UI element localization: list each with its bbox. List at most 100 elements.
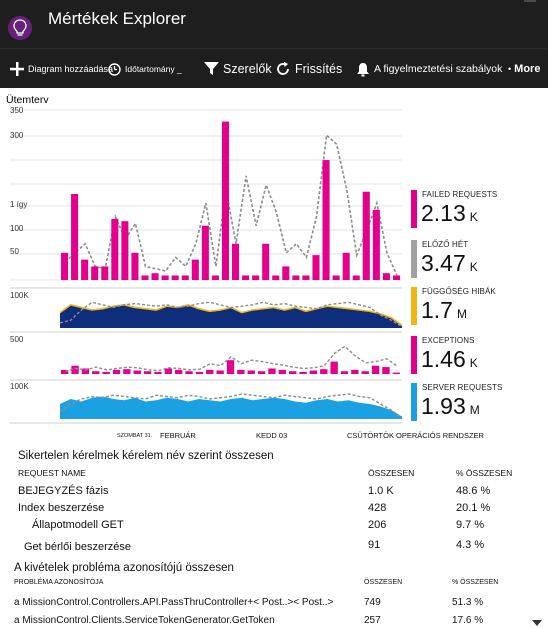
table-row-percent: 20.1 % (456, 502, 491, 514)
table-row-name[interactable]: Get bérlői beszerzése (24, 541, 131, 553)
exception-bar (320, 369, 328, 374)
failed-request-bar (252, 275, 260, 280)
exception-bar (123, 369, 131, 374)
failed-request-bar (282, 266, 290, 280)
legend-color-previous (411, 240, 417, 278)
exception-bar (247, 370, 255, 374)
column-header-percent[interactable]: % ÖSSZESEN (456, 468, 512, 478)
window-controls[interactable] (520, 0, 540, 20)
failed-request-bar (151, 273, 159, 280)
bell-icon (357, 62, 369, 76)
failed-request-bar (221, 121, 229, 280)
exception-bar (289, 371, 297, 374)
alert-rules-button[interactable]: A figyelmeztetési szabályok (356, 49, 502, 89)
ellipsis-icon: • (508, 64, 512, 74)
refresh-button[interactable]: Frissítés (275, 49, 342, 89)
legend-value-number: 2.13 (421, 200, 466, 226)
table-row-total: 206 (368, 519, 387, 531)
exception-bar (154, 371, 162, 374)
table-row-total: 749 (364, 597, 381, 608)
more-button[interactable]: • More (508, 49, 540, 89)
legend-value-unit: K (469, 260, 478, 274)
exception-bar (133, 370, 141, 374)
exception-bar (92, 371, 100, 374)
time-range-label: Időtartomány _ (125, 64, 182, 74)
failed-request-bar (81, 259, 89, 280)
refresh-label: Frissítés (295, 62, 343, 76)
table-row-name[interactable]: Állapotmodell GET (32, 519, 124, 531)
y-tick-150: 1 így (10, 200, 27, 209)
legend-value-unit: K (469, 356, 478, 370)
exception-bar (299, 371, 307, 374)
legend-name: FÜGGŐSÉG HIBÁK (422, 287, 496, 296)
exception-bar (185, 371, 193, 374)
y-tick-100: 100 (10, 224, 24, 233)
failed-request-bar (121, 221, 129, 280)
legend-value: 1.93 M (421, 393, 480, 420)
legend-value: 1.46 K (421, 346, 478, 373)
filter-icon (204, 62, 219, 75)
exception-bar (206, 369, 214, 374)
exception-bar (309, 370, 318, 374)
exception-bar (340, 371, 349, 374)
column-header-request-name[interactable]: REQUEST NAME (18, 468, 86, 478)
column-header-total[interactable]: ÖSSZESEN (364, 579, 402, 586)
add-chart-button[interactable]: Diagram hozzáadása (10, 49, 113, 89)
table-row-percent: 17.6 % (452, 615, 484, 626)
failed-request-bar (262, 243, 270, 280)
failed-request-bar (292, 275, 300, 280)
lightbulb-icon (8, 16, 32, 40)
legend-color-server (411, 383, 417, 421)
exception-bar (351, 369, 359, 374)
table-row-name[interactable]: Index beszerzése (18, 502, 104, 514)
legend-server-requests[interactable]: SERVER REQUESTS 1.93 M (411, 383, 546, 425)
legend-value-unit: M (456, 307, 467, 321)
legend-dependency-failures[interactable]: FÜGGŐSÉG HIBÁK 1.7 M (411, 287, 546, 329)
failed-request-bar (171, 275, 179, 280)
exception-bar (371, 365, 380, 374)
legend-previous-week[interactable]: ELŐZŐ HÉT 3.47 K (411, 240, 546, 282)
y-tick-300: 300 (10, 131, 24, 140)
legend-value: 1.7 M (421, 297, 467, 324)
failed-request-bar (352, 275, 360, 280)
table-row-total: 91 (368, 539, 381, 551)
failed-request-bar (101, 266, 109, 280)
x-label-saturday: SZOMBAT 31. (117, 433, 153, 439)
x-label-thursday: CSÜTÖRTÖK OPERÁCIÓS RENDSZER (347, 431, 485, 440)
clock-icon (108, 62, 121, 76)
table-row-percent: 4.3 % (456, 539, 485, 551)
failed-request-bar (302, 275, 310, 280)
failed-request-bar (201, 225, 209, 280)
legend-value-number: 1.7 (421, 297, 453, 323)
exception-bar (102, 371, 110, 374)
x-label-february: FEBRUÁR (160, 431, 196, 440)
column-header-percent[interactable]: % ÖSSZESEN (452, 579, 498, 586)
failed-request-bar (322, 160, 330, 280)
table-row-name[interactable]: a MissionControl.Clients.ServiceTokenGen… (14, 615, 275, 626)
legend-name: FAILED REQUESTS (422, 190, 498, 199)
legend-value-unit: M (469, 403, 480, 417)
plus-icon (10, 62, 24, 76)
exception-bar (112, 369, 121, 374)
legend-exceptions[interactable]: EXCEPTIONS 1.46 K (411, 336, 546, 378)
filters-button[interactable]: Szerelők (204, 49, 272, 89)
failed-request-bar (91, 266, 99, 280)
column-header-total[interactable]: ÖSSZESEN (368, 468, 414, 478)
table-row-total: 1.0 K (368, 485, 394, 497)
legend-color-failed (411, 190, 417, 228)
table-row-name[interactable]: a MissionControl.Controllers.API.PassThr… (14, 597, 333, 608)
table-row-total: 428 (368, 502, 387, 514)
legend-value-number: 1.93 (421, 393, 466, 419)
refresh-icon (277, 61, 289, 75)
time-range-button[interactable]: Időtartomány _ (108, 49, 182, 89)
scroll-down-icon[interactable] (532, 620, 542, 626)
exception-bar (330, 361, 338, 374)
column-header-problem-id[interactable]: PROBLÉMA AZONOSÍTÓJA (14, 579, 103, 586)
legend-name: EXCEPTIONS (422, 336, 475, 345)
table-row-name[interactable]: BEJEGYZÉS fázis (18, 485, 108, 497)
legend-failed-requests[interactable]: FAILED REQUESTS 2.13 K (411, 190, 546, 232)
dependency-failures-area (59, 301, 403, 328)
failed-request-bar (211, 275, 219, 280)
exceptions-table-title: A kivételek probléma azonosítójú összese… (14, 562, 234, 574)
add-chart-label: Diagram hozzáadása (28, 64, 114, 74)
